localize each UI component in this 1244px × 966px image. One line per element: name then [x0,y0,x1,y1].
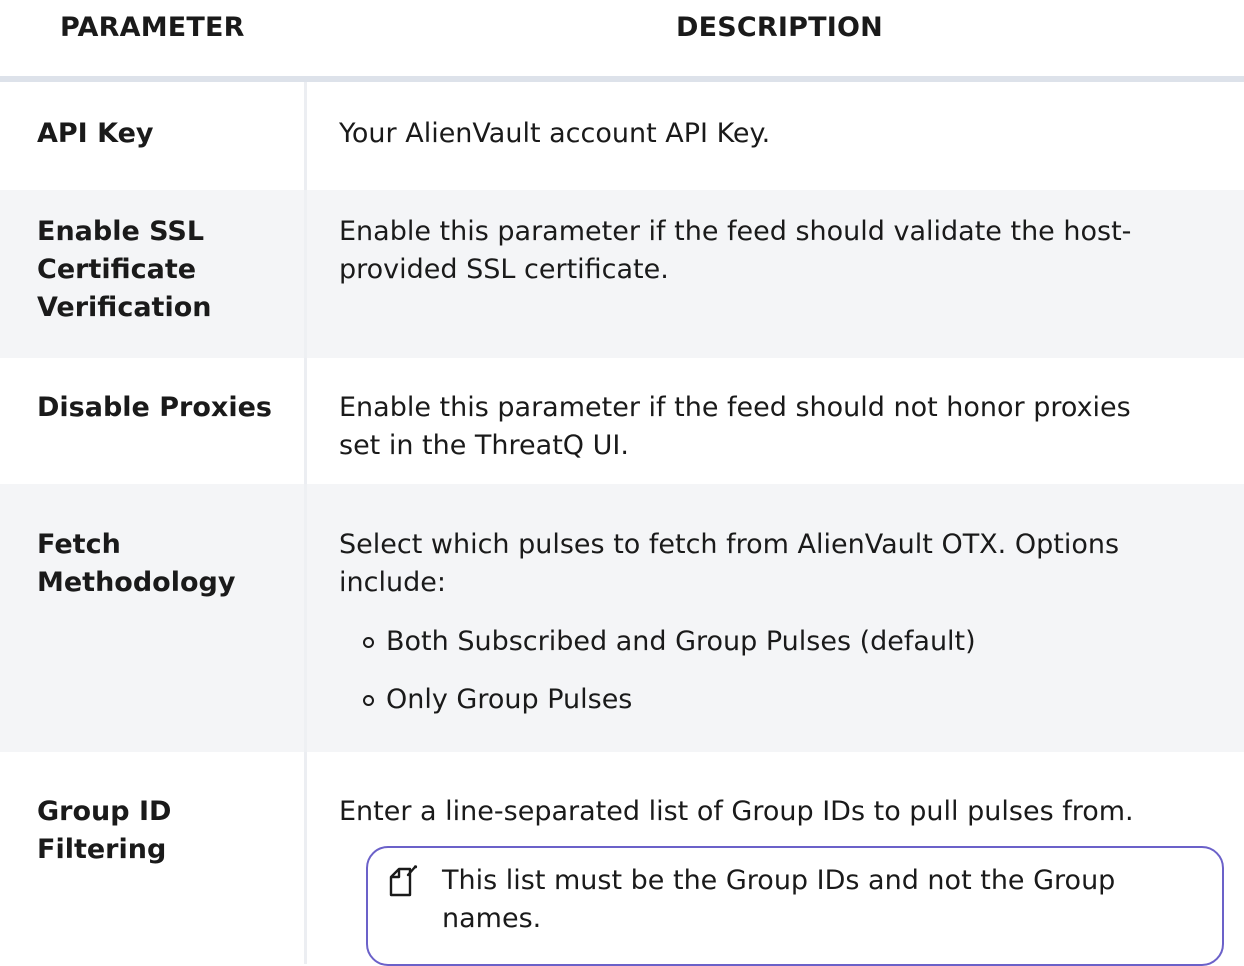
parameter-name-line: Filtering [37,834,167,865]
table-row: Group ID Filtering Enter a line-separate… [0,752,1244,966]
description-line: set in the ThreatQ UI. [339,430,629,461]
description-line: Select which pulses to fetch from AlienV… [339,529,1120,560]
parameter-description: Enable this parameter if the feed should… [339,389,1229,465]
description-line: provided SSL certificate. [339,254,669,285]
description-line: Enable this parameter if the feed should… [339,392,1131,423]
parameter-name: Enable SSL Certificate Verification [37,213,211,327]
parameter-description: Enter a line-separated list of Group IDs… [339,793,1229,831]
table-header: PARAMETER DESCRIPTION [0,0,1244,82]
column-divider [304,190,307,358]
description-line: Enter a line-separated list of Group IDs… [339,796,1134,827]
table-row: API Key Your AlienVault account API Key. [0,82,1244,190]
column-divider [304,358,307,484]
table-row: Disable Proxies Enable this parameter if… [0,358,1244,484]
column-divider [304,752,307,964]
parameter-description: Your AlienVault account API Key. [339,115,1229,153]
parameter-name: Group ID Filtering [37,793,171,869]
parameter-description: Select which pulses to fetch from AlienV… [339,526,1229,602]
description-line: Enable this parameter if the feed should… [339,216,1132,247]
table-row: Fetch Methodology Select which pulses to… [0,484,1244,752]
list-item: Only Group Pulses [386,684,633,715]
list-item: Both Subscribed and Group Pulses (defaul… [386,626,976,657]
column-divider [304,484,307,752]
bullet-icon [363,695,374,706]
note-line: names. [442,903,542,934]
parameter-name-line: Fetch [37,529,121,560]
parameter-name: Disable Proxies [37,389,272,427]
note-line: This list must be the Group IDs and not … [442,865,1116,896]
parameter-description: Enable this parameter if the feed should… [339,213,1229,289]
column-header-parameter: PARAMETER [60,12,245,43]
bullet-icon [363,637,374,648]
description-line: Your AlienVault account API Key. [339,118,771,149]
parameter-name-line: Group ID [37,796,172,827]
parameter-name-line: API Key [37,118,154,149]
parameter-name-line: Verification [37,292,212,323]
note-callout: This list must be the Group IDs and not … [366,846,1224,966]
parameter-name-line: Disable Proxies [37,392,272,423]
table-row: Enable SSL Certificate Verification Enab… [0,190,1244,358]
parameter-name-line: Certificate [37,254,197,285]
column-header-description: DESCRIPTION [676,12,883,43]
parameter-name-line: Methodology [37,567,236,598]
description-line: include: [339,567,446,598]
parameter-name-line: Enable SSL [37,216,205,247]
parameter-name: API Key [37,115,154,153]
note-edit-icon [389,865,418,897]
parameter-name: Fetch Methodology [37,526,235,602]
column-divider [304,82,307,190]
note-text: This list must be the Group IDs and not … [442,862,1202,938]
